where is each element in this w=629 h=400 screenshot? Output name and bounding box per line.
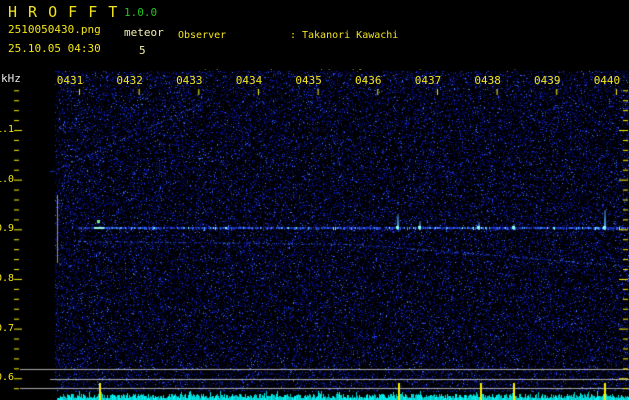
freq-label-0.9: 0.9 xyxy=(0,223,14,235)
output-filename: 2510050430.png xyxy=(8,23,101,36)
time-label-0435: 0435 xyxy=(295,74,322,87)
app-title: H R O F F T xyxy=(8,3,119,21)
spectrogram-canvas xyxy=(0,70,629,400)
time-label-0433: 0433 xyxy=(176,74,203,87)
freq-label-1.0: 1.0 xyxy=(0,173,14,185)
observation-timestamp: 25.10.05 04:30 xyxy=(8,42,101,55)
time-label-0439: 0439 xyxy=(534,74,561,87)
app-version: 1.0.0 xyxy=(124,6,158,19)
freq-label-0.7: 0.7 xyxy=(0,322,14,334)
freq-label-0.6: 0.6 xyxy=(0,372,14,384)
info-separator: : xyxy=(290,30,297,41)
time-label-0431: 0431 xyxy=(56,74,84,87)
time-label-0432: 0432 xyxy=(116,74,143,87)
time-label-0438: 0438 xyxy=(474,74,501,87)
time-label-0434: 0434 xyxy=(235,74,263,87)
info-row-observer: Observer: Takanori Kawachi xyxy=(178,29,519,42)
mode-label: meteor xyxy=(124,26,164,39)
info-label: Observer xyxy=(178,30,227,41)
freq-label-1.1: 1.1 xyxy=(0,124,14,135)
time-label-0436: 0436 xyxy=(355,74,382,87)
info-value: Takanori Kawachi xyxy=(302,30,399,41)
freq-axis-unit: kHz xyxy=(1,72,21,85)
meteor-count: 5 xyxy=(139,44,146,57)
time-label-0437: 0437 xyxy=(414,74,442,87)
hrofft-window: H R O F F T 1.0.0 2510050430.png meteor … xyxy=(0,0,629,400)
freq-label-0.8: 0.8 xyxy=(0,272,14,284)
time-label-0440: 0440 xyxy=(593,74,621,87)
